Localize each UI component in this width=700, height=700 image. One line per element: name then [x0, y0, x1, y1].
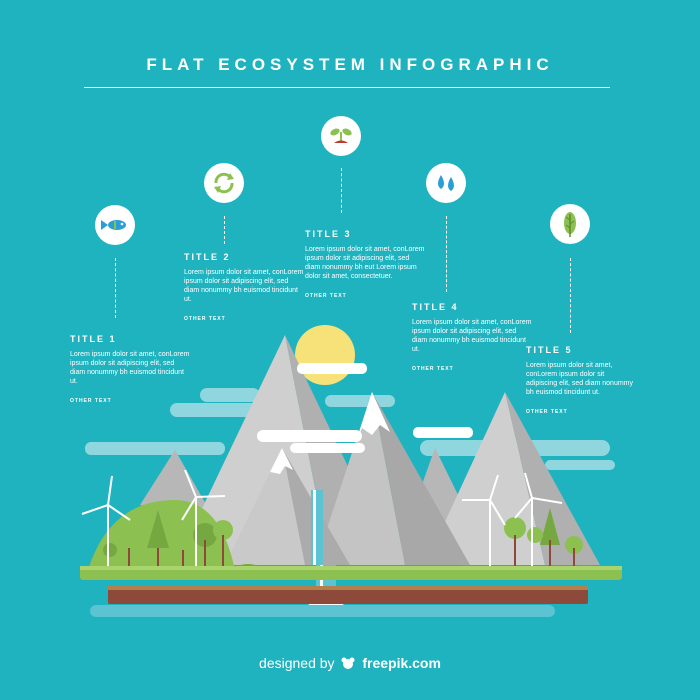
info-block-2: TITLE 2 Lorem ipsum dolor sit amet, conL… [184, 252, 304, 322]
connector-3 [341, 168, 342, 213]
block-text: Lorem ipsum dolor sit amet, conLorem ips… [305, 246, 425, 280]
block-other-text: OTHER TEXT [526, 409, 568, 415]
block-title: TITLE 1 [70, 334, 117, 344]
connector-5 [570, 258, 571, 333]
connector-2 [224, 216, 225, 244]
block-other-text: OTHER TEXT [184, 316, 226, 322]
block-text: Lorem ipsum dolor sit amet, conLorem ips… [412, 319, 532, 353]
block-text: Lorem ipsum dolor sit amet, conLorem ips… [70, 351, 190, 385]
block-title: TITLE 2 [184, 252, 231, 262]
info-block-1: TITLE 1 Lorem ipsum dolor sit amet, conL… [70, 334, 190, 404]
fish-icon [95, 205, 135, 245]
credit-brand[interactable]: freepik.com [362, 655, 441, 671]
block-text: Lorem ipsum dolor sit amet, conLorem ips… [526, 362, 633, 396]
block-text: Lorem ipsum dolor sit amet, conLorem ips… [184, 269, 304, 303]
leaf-icon [550, 204, 590, 244]
info-block-5: TITLE 5 Lorem ipsum dolor sit amet, conL… [526, 345, 636, 415]
block-title: TITLE 3 [305, 229, 352, 239]
footer-credit: designed by freepik.com [0, 655, 700, 671]
block-other-text: OTHER TEXT [412, 366, 454, 372]
info-block-4: TITLE 4 Lorem ipsum dolor sit amet, conL… [412, 302, 532, 372]
freepik-logo-icon [341, 657, 355, 669]
water-layer [90, 605, 555, 617]
water-drops-icon [426, 163, 466, 203]
connector-1 [115, 258, 116, 318]
recycle-icon [204, 163, 244, 203]
block-other-text: OTHER TEXT [305, 293, 347, 299]
block-other-text: OTHER TEXT [70, 398, 112, 404]
block-title: TITLE 4 [412, 302, 459, 312]
connector-4 [446, 216, 447, 292]
sprout-icon [321, 116, 361, 156]
credit-prefix: designed by [259, 655, 335, 671]
info-block-3: TITLE 3 Lorem ipsum dolor sit amet, conL… [305, 229, 425, 299]
block-title: TITLE 5 [526, 345, 573, 355]
